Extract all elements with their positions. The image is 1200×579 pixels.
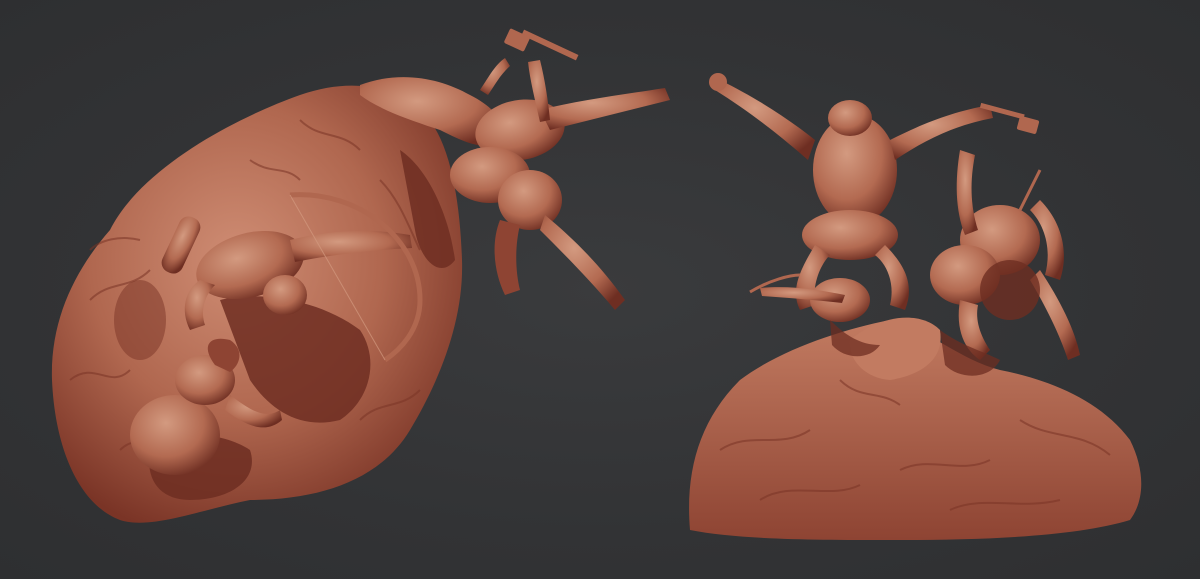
fist-left [709, 73, 727, 91]
sculpt-render [51, 28, 1142, 540]
rock-hollow [114, 280, 166, 360]
top-down-view [51, 28, 670, 523]
hammer-left [504, 28, 579, 61]
render-viewport [0, 0, 1200, 579]
front-view [689, 73, 1142, 540]
crouching-warrior [930, 150, 1080, 360]
crouching-shadow [980, 260, 1040, 320]
